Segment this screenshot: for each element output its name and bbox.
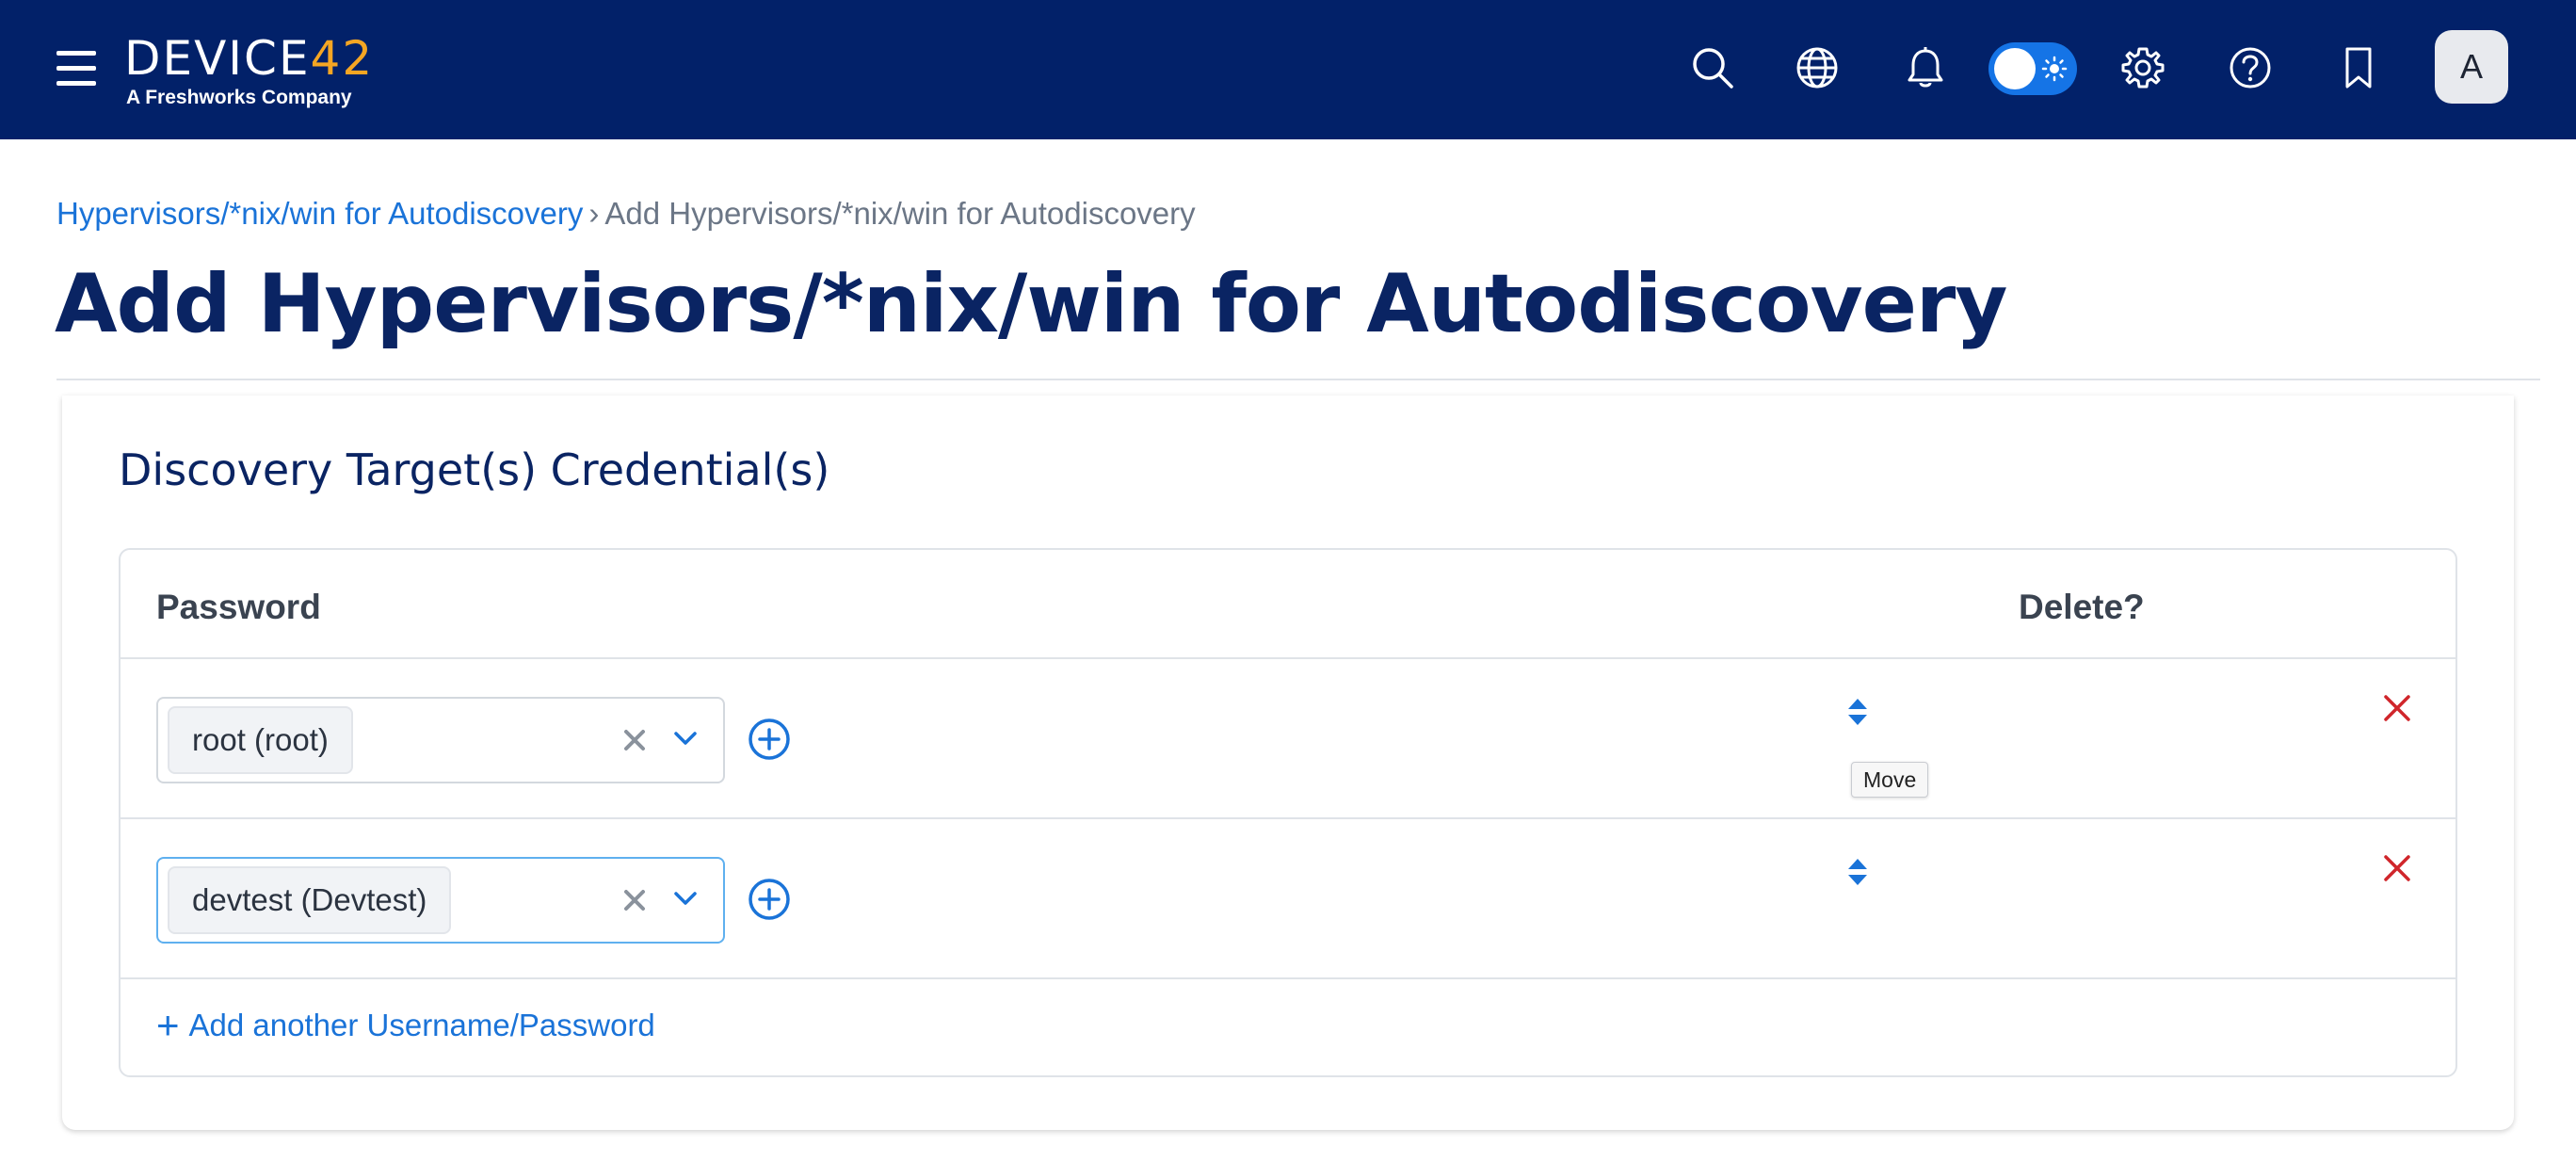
logo[interactable]: DEVICE42 A Freshworks Company	[124, 32, 372, 111]
gear-icon[interactable]	[2113, 38, 2173, 98]
plus-icon: +	[156, 1003, 180, 1047]
move-handle-icon[interactable]	[1843, 855, 1872, 889]
breadcrumb: Hypervisors/*nix/win for Autodiscovery › A…	[56, 196, 1196, 232]
logo-subtitle: A Freshworks Company	[126, 87, 352, 108]
delete-row-icon[interactable]	[2380, 691, 2414, 725]
sun-icon	[2041, 56, 2068, 82]
page-title: Add Hypervisors/*nix/win for Autodiscove…	[55, 257, 2007, 351]
add-credential-icon[interactable]	[748, 718, 791, 761]
move-handle-icon[interactable]	[1843, 695, 1872, 729]
avatar[interactable]: A	[2435, 30, 2508, 104]
menu-icon[interactable]	[56, 51, 96, 87]
title-divider	[56, 379, 2540, 380]
row-divider	[121, 977, 2455, 979]
password-select-2[interactable]: devtest (Devtest)	[156, 857, 725, 944]
move-tooltip: Move	[1851, 762, 1929, 798]
breadcrumb-parent-link[interactable]: Hypervisors/*nix/win for Autodiscovery	[56, 196, 583, 231]
add-another-credential-link[interactable]: + Add another Username/Password	[156, 1003, 655, 1047]
logo-text: DEVICE42	[124, 31, 375, 86]
chevron-down-icon[interactable]	[667, 880, 704, 917]
help-icon[interactable]	[2220, 38, 2280, 98]
row-divider	[121, 817, 2455, 819]
credentials-table: Password Delete? root (root) devtest (De…	[119, 548, 2457, 1077]
breadcrumb-separator: ›	[588, 196, 600, 231]
theme-toggle[interactable]	[1988, 42, 2077, 95]
row-divider	[121, 657, 2455, 659]
clear-icon[interactable]	[616, 881, 653, 919]
selected-credential-chip: devtest (Devtest)	[168, 866, 452, 934]
section-title: Discovery Target(s) Credential(s)	[119, 444, 830, 495]
bell-icon[interactable]	[1895, 38, 1956, 98]
column-header-delete: Delete?	[2019, 588, 2145, 626]
add-another-label: Add another Username/Password	[188, 1008, 655, 1042]
add-credential-icon[interactable]	[748, 878, 791, 921]
globe-icon[interactable]	[1787, 38, 1847, 98]
delete-row-icon[interactable]	[2380, 851, 2414, 885]
password-select-1[interactable]: root (root)	[156, 697, 725, 783]
top-navigation-bar: DEVICE42 A Freshworks Company A	[0, 0, 2576, 139]
column-header-password: Password	[156, 588, 321, 626]
chevron-down-icon[interactable]	[667, 719, 704, 757]
bookmark-icon[interactable]	[2328, 38, 2389, 98]
toggle-knob	[1994, 48, 2036, 89]
breadcrumb-current: Add Hypervisors/*nix/win for Autodiscove…	[604, 196, 1196, 231]
selected-credential-chip: root (root)	[168, 706, 353, 774]
search-icon[interactable]	[1682, 38, 1743, 98]
clear-icon[interactable]	[616, 721, 653, 759]
